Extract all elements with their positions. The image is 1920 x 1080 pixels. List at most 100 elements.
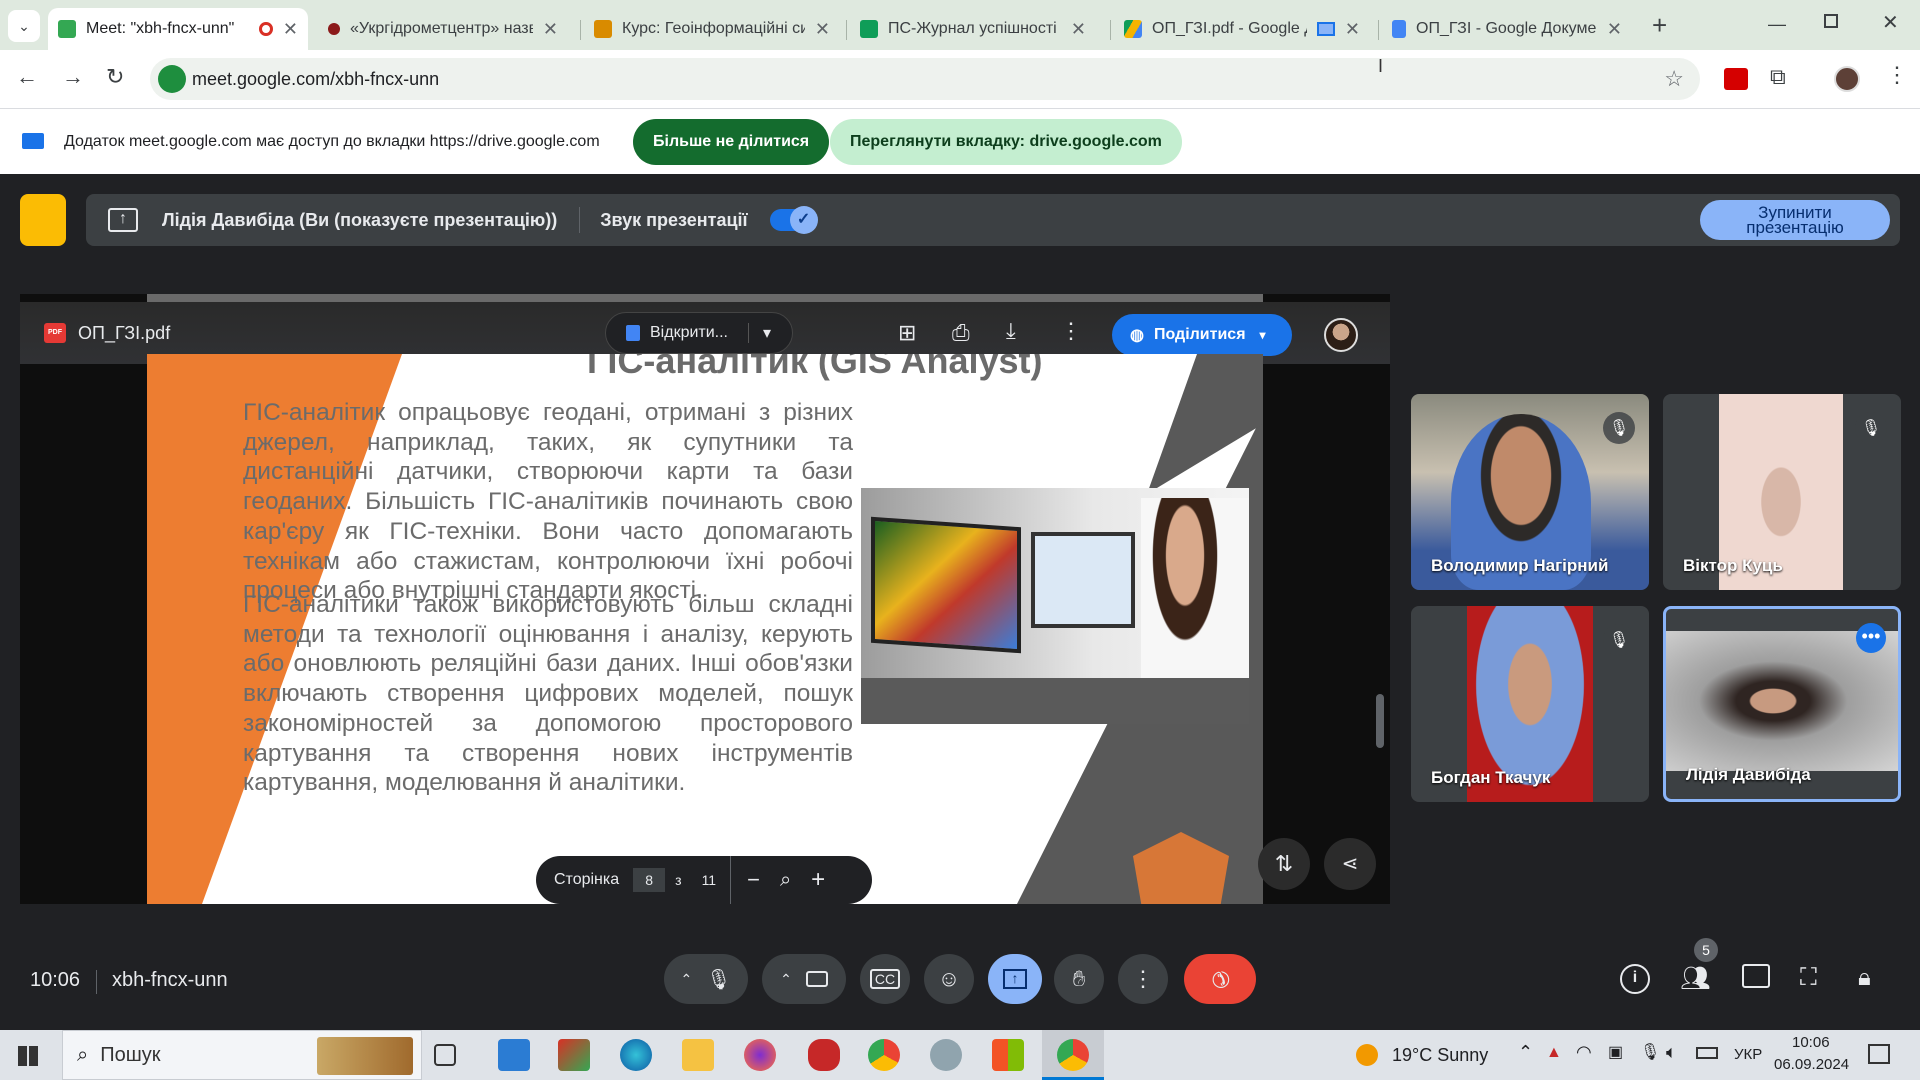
close-tab-icon[interactable]: ✕ (1607, 19, 1622, 40)
bookmark-star-icon[interactable]: ☆ (1664, 66, 1684, 92)
participant-tile-self[interactable]: ••• Лідія Давибіда (1663, 606, 1901, 802)
present-button[interactable]: ↑ (988, 954, 1042, 1004)
tab-meet[interactable]: Meet: "xbh-fncx-unn" ✕ (48, 8, 308, 50)
back-button[interactable]: ← (16, 64, 38, 90)
extension-icon[interactable] (1724, 68, 1748, 90)
new-tab-button[interactable]: + (1652, 10, 1667, 41)
camera-icon[interactable] (805, 971, 828, 987)
search-highlight-image (317, 1037, 413, 1075)
menu-kebab-icon[interactable]: ⋮ (1886, 62, 1908, 88)
tab-3[interactable]: Курс: Геоінформаційні си ✕ (584, 8, 840, 50)
chevron-down-icon[interactable]: ▾ (1260, 328, 1266, 342)
raise-hand-button[interactable]: ✋︎ (1054, 954, 1104, 1004)
edge-icon[interactable] (620, 1039, 652, 1071)
tray-camera-icon[interactable]: ▣ (1608, 1042, 1623, 1062)
share-label: Поділитися (1153, 326, 1246, 343)
forward-button[interactable]: → (62, 64, 84, 90)
app-red-icon[interactable] (808, 1039, 840, 1071)
close-window-button[interactable]: ✕ (1882, 10, 1899, 35)
stop-presenting-button[interactable]: Зупинити презентацію (1700, 200, 1890, 240)
view-tab-button[interactable]: Переглянути вкладку: drive.google.com (830, 119, 1182, 165)
close-tab-icon[interactable]: ✕ (1345, 19, 1360, 40)
add-comment-icon[interactable]: ⊞ (898, 320, 916, 346)
chevron-up-icon[interactable]: ⌃ (780, 971, 792, 988)
host-controls-icon[interactable]: 🔒︎ (1858, 964, 1871, 992)
file-explorer-icon[interactable] (682, 1039, 714, 1071)
tab-search-button[interactable]: ⌄ (8, 10, 40, 42)
zoom-out-icon[interactable]: − (747, 867, 760, 893)
page-number-input[interactable]: 8 (633, 868, 666, 892)
page-label: Сторінка (554, 871, 620, 888)
captions-button[interactable]: CC (860, 954, 910, 1004)
tab-4[interactable]: ПС-Журнал успішності W ✕ (850, 8, 1096, 50)
microphone-icon[interactable]: 🎙︎ (706, 967, 731, 992)
zoom-in-icon[interactable]: + (811, 866, 825, 894)
volume-icon[interactable]: 🔈︎ (1666, 1042, 1677, 1063)
chat-icon[interactable] (1742, 964, 1770, 988)
close-tab-icon[interactable]: ✕ (1071, 19, 1086, 40)
tray-app-icon[interactable]: ▲ (1546, 1044, 1562, 1062)
chevron-up-icon[interactable]: ⌃ (680, 971, 692, 988)
open-with-button[interactable]: Відкрити... ▾ (605, 312, 793, 354)
clock-time[interactable]: 10:06 (1792, 1034, 1830, 1051)
close-tab-icon[interactable]: ✕ (283, 19, 298, 40)
tab-2[interactable]: «Укргідрометцентр» назв ✕ (318, 8, 568, 50)
participant-tile[interactable]: 🎙︎ Володимир Нагірний (1411, 394, 1649, 590)
scrollbar-thumb[interactable] (1376, 694, 1384, 748)
task-view-icon[interactable] (434, 1044, 456, 1066)
restore-button[interactable] (1824, 14, 1838, 28)
activities-icon[interactable]: ⛶ (1800, 964, 1817, 992)
app-globe-icon[interactable] (930, 1039, 962, 1071)
chrome-active-tile[interactable] (1042, 1030, 1104, 1080)
print-icon[interactable]: ⎙ (952, 320, 970, 346)
reload-button[interactable]: ↻ (106, 64, 124, 90)
share-node-button[interactable]: ⋖ (1324, 838, 1376, 890)
people-icon[interactable]: 👥︎ (1680, 964, 1710, 993)
close-tab-icon[interactable]: ✕ (815, 19, 830, 40)
close-tab-icon[interactable]: ✕ (543, 19, 558, 40)
battery-icon[interactable] (1696, 1047, 1718, 1059)
stop-sharing-button[interactable]: Більше не ділитися (633, 119, 830, 165)
chrome-icon[interactable] (868, 1039, 900, 1071)
tab-5[interactable]: ОП_ГЗІ.pdf - Google Д ✕ (1114, 8, 1370, 50)
participant-tile[interactable]: 🎙︎ Віктор Куць (1663, 394, 1901, 590)
participant-name: Богдан Ткачук (1431, 768, 1551, 787)
more-options-button[interactable]: ⋮ (1118, 954, 1168, 1004)
audio-toggle[interactable]: ✓ (769, 206, 818, 234)
zoom-fit-icon[interactable]: ⌕ (780, 869, 791, 892)
clock-date[interactable]: 06.09.2024 (1774, 1056, 1849, 1073)
minimize-button[interactable]: — (1768, 14, 1786, 35)
participant-name: Лідія Давибіда (1686, 765, 1811, 784)
tab-6[interactable]: ОП_ГЗІ - Google Докумен ✕ (1382, 8, 1632, 50)
profile-avatar[interactable] (1834, 66, 1860, 92)
download-icon[interactable]: ⤓ (1006, 318, 1016, 344)
tray-mic-icon[interactable]: 🎙︎ (1640, 1042, 1660, 1062)
search-placeholder: Пошук (100, 1043, 161, 1066)
leave-call-button[interactable]: ✆ (1184, 954, 1256, 1004)
drive-user-avatar[interactable] (1324, 318, 1358, 352)
notifications-icon[interactable] (1868, 1044, 1890, 1064)
windows-start-icon[interactable] (18, 1046, 38, 1066)
chevron-down-icon[interactable]: ▾ (748, 323, 771, 343)
wifi-icon[interactable]: ◠ (1576, 1042, 1592, 1063)
taskbar-search[interactable]: ⌕ Пошук (62, 1030, 422, 1080)
address-bar[interactable]: meet.google.com/xbh-fncx-unn ☆ (150, 58, 1700, 100)
meeting-info-icon[interactable]: i (1620, 964, 1650, 994)
weather-text[interactable]: 19°C Sunny (1392, 1045, 1488, 1066)
firefox-icon[interactable] (744, 1039, 776, 1071)
more-options-icon[interactable]: ⋮ (1060, 318, 1082, 344)
reactions-button[interactable]: ☺ (924, 954, 974, 1004)
store-icon[interactable] (992, 1039, 1024, 1071)
swap-layout-button[interactable]: ⇅ (1258, 838, 1310, 890)
mic-control[interactable]: ⌃ 🎙︎ (664, 954, 748, 1004)
language-indicator[interactable]: УКР (1734, 1046, 1762, 1063)
app-icon[interactable] (558, 1039, 590, 1071)
speaking-more-icon[interactable]: ••• (1856, 623, 1886, 653)
extensions-puzzle-icon[interactable]: ⧉ (1770, 64, 1786, 90)
camera-control[interactable]: ⌃ (762, 954, 846, 1004)
mail-icon[interactable] (498, 1039, 530, 1071)
tab-title: «Укргідрометцентр» назв (350, 20, 533, 37)
share-button[interactable]: ◍ Поділитися ▾ (1112, 314, 1292, 356)
tray-chevron-icon[interactable]: ⌃ (1518, 1042, 1533, 1063)
participant-tile[interactable]: 🎙︎ Богдан Ткачук (1411, 606, 1649, 802)
